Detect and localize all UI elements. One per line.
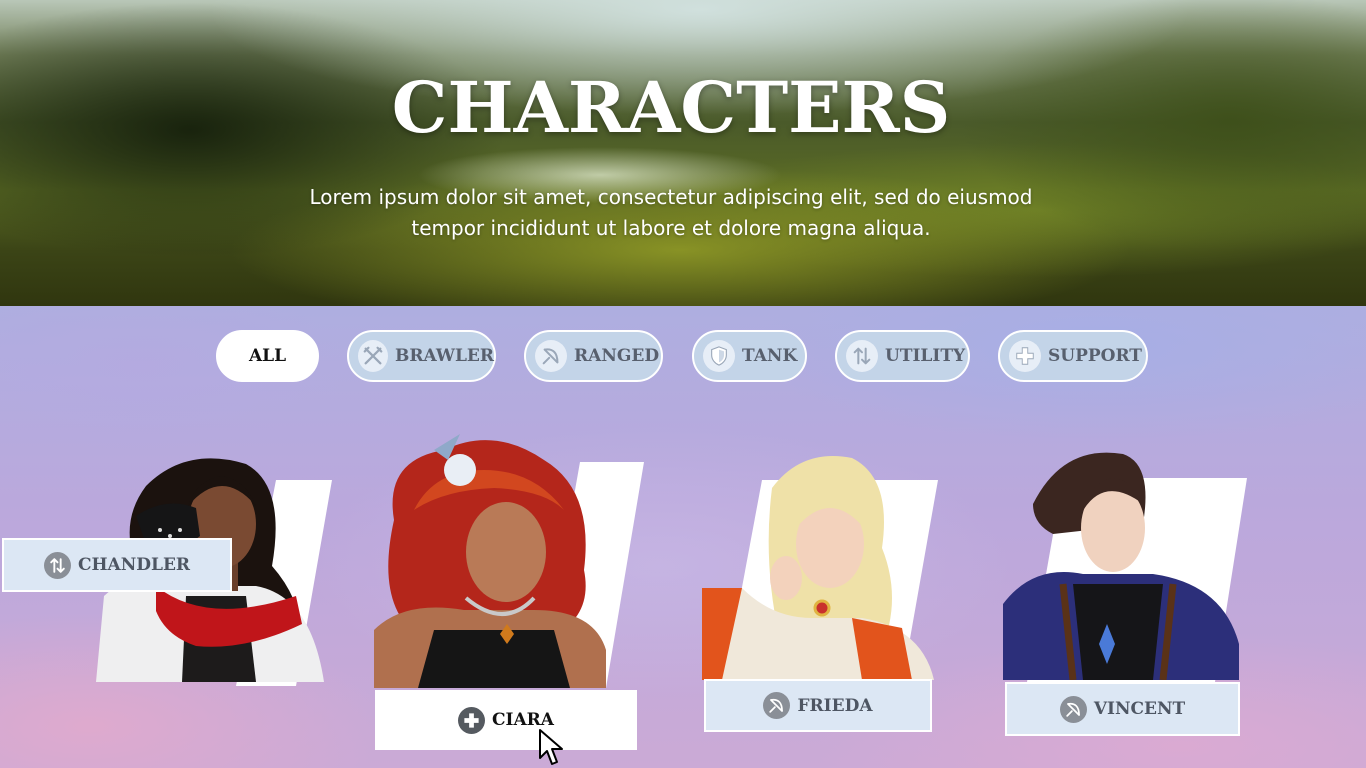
- character-name: CHANDLER: [77, 555, 191, 575]
- character-nameplate[interactable]: VINCENT: [1005, 682, 1240, 736]
- shield-icon: [703, 340, 735, 372]
- plus-icon: [458, 706, 485, 734]
- filter-ranged[interactable]: RANGED: [524, 330, 663, 382]
- filter-label: TANK: [742, 346, 798, 366]
- bow-arrow-icon: [535, 340, 567, 372]
- character-name: VINCENT: [1093, 699, 1186, 719]
- character-portrait-vincent: [1003, 452, 1239, 680]
- bow-arrow-icon: [763, 692, 791, 719]
- character-card-chandler[interactable]: CHANDLER: [2, 446, 336, 736]
- filter-all[interactable]: ALL: [216, 330, 319, 382]
- mouse-cursor-icon: [539, 729, 563, 765]
- character-name: CIARA: [492, 710, 554, 730]
- up-down-arrows-icon: [43, 551, 71, 579]
- character-nameplate[interactable]: FRIEDA: [704, 679, 932, 732]
- plus-icon: [1009, 340, 1041, 372]
- character-card-ciara[interactable]: CIARA: [374, 430, 646, 756]
- character-name: FRIEDA: [797, 695, 873, 716]
- page-subtitle: Lorem ipsum dolor sit amet, consectetur …: [309, 185, 1033, 240]
- page-title: CHARACTERS: [391, 66, 951, 149]
- character-card-frieda[interactable]: FRIEDA: [702, 448, 942, 738]
- filter-label: BRAWLER: [395, 346, 494, 366]
- character-portrait-ciara: [374, 434, 606, 688]
- filter-label: SUPPORT: [1048, 346, 1142, 366]
- character-portrait-frieda: [702, 456, 934, 680]
- filter-support[interactable]: SUPPORT: [998, 330, 1148, 382]
- bow-arrow-icon: [1059, 695, 1087, 723]
- hero-banner: CHARACTERS Lorem ipsum dolor sit amet, c…: [0, 0, 1366, 306]
- filter-label: UTILITY: [885, 346, 966, 366]
- character-card-vincent[interactable]: VINCENT: [1003, 444, 1249, 744]
- filter-brawler[interactable]: BRAWLER: [347, 330, 496, 382]
- filter-tank[interactable]: TANK: [692, 330, 807, 382]
- character-nameplate[interactable]: CHANDLER: [2, 538, 232, 592]
- up-down-arrows-icon: [846, 340, 878, 372]
- filter-utility[interactable]: UTILITY: [835, 330, 970, 382]
- character-section: ALL BRAWLER RANGED TANK UTILITY SUPPORT: [0, 306, 1366, 768]
- crossed-swords-icon: [358, 340, 389, 372]
- filter-label: ALL: [248, 346, 287, 366]
- character-nameplate[interactable]: CIARA: [375, 690, 637, 750]
- filter-label: RANGED: [574, 346, 660, 366]
